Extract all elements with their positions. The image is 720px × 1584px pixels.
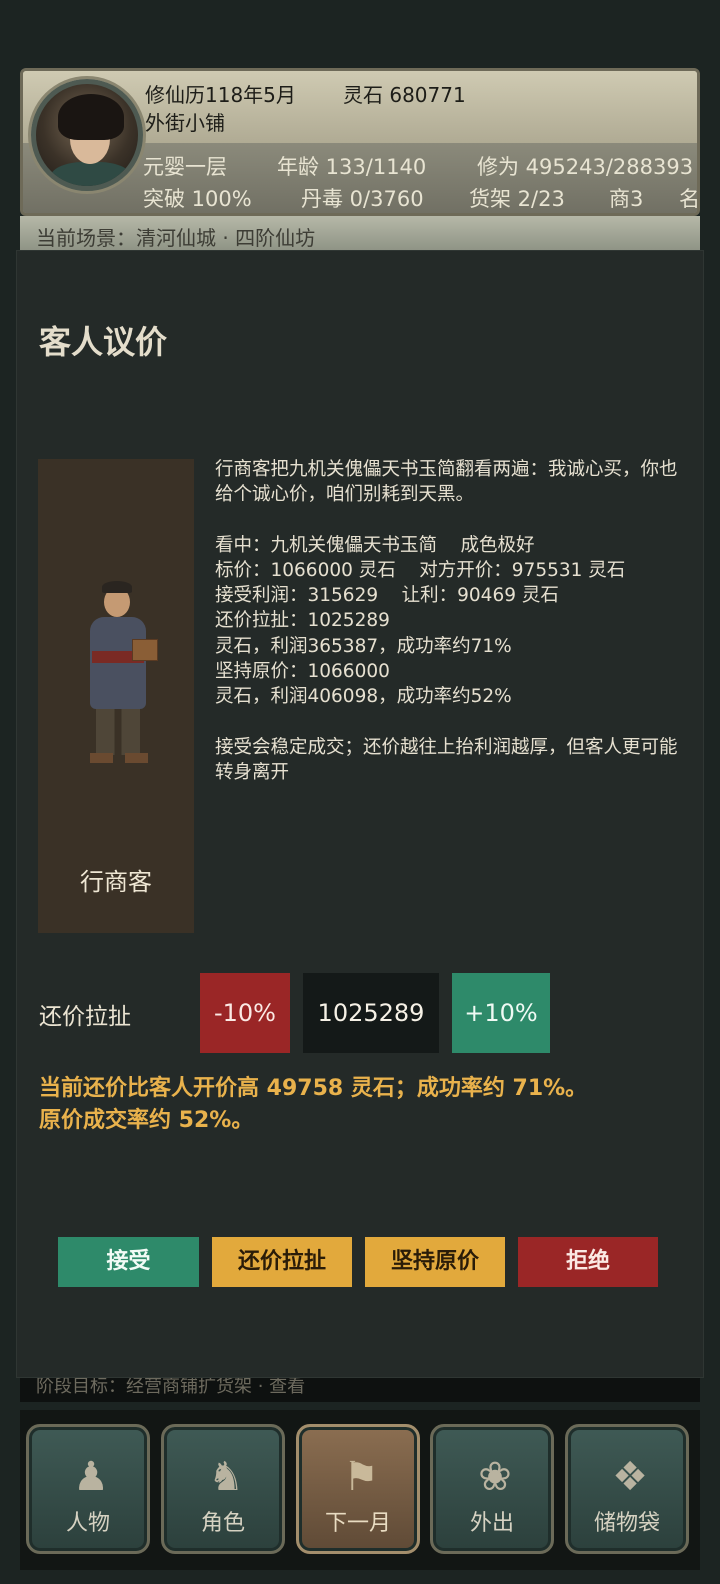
bottom-nav: ♟ 人物 ♞ 角色 ⚑ 下一月 ❀ 外出 ❖ 储物袋 [20, 1410, 700, 1570]
item-line: 看中：九机关傀儡天书玉简 成色极好 [215, 534, 535, 556]
strategy-note: 接受会稳定成交；还价越往上抬利润越厚，但客人更可能转身离开 [215, 736, 678, 783]
stage-objective[interactable]: 阶段目标：经营商铺扩货架 · 查看 [20, 1378, 700, 1402]
counter-offer-label: 还价拉扯 [39, 1004, 131, 1030]
player-avatar[interactable] [31, 79, 143, 191]
travel-icon: ❀ [478, 1454, 512, 1500]
robe-character-icon: ♞ [208, 1454, 244, 1500]
merchant-level-stat: 商3 [609, 187, 644, 211]
person-icon: ♟ [73, 1454, 109, 1500]
accept-button[interactable]: 接受 [58, 1237, 199, 1287]
nav-person-button[interactable]: ♟ 人物 [26, 1424, 150, 1554]
shelf-stat: 货架 2/23 [469, 187, 565, 211]
game-date: 修仙历118年5月 [145, 83, 296, 107]
age-stat: 年龄 133/1140 [277, 155, 427, 179]
price-line: 标价：1066000 灵石 对方开价：975531 灵石 [215, 559, 626, 581]
nav-person-label: 人物 [65, 1511, 110, 1536]
counter-price-value[interactable]: 1025289 [303, 973, 439, 1053]
avatar-hair [58, 94, 124, 140]
flag-icon: ⚑ [343, 1454, 379, 1500]
counter-offer-line: 还价拉扯：1025289 [215, 610, 390, 632]
counter-offer-button[interactable]: 还价拉扯 [212, 1237, 352, 1287]
nav-bag-label: 储物袋 [593, 1511, 660, 1536]
profit-line: 接受利润：315629 让利：90469 灵石 [215, 585, 559, 607]
scene-banner: 当前场景：清河仙城 · 四阶仙坊 [20, 216, 700, 250]
customer-portrait: 行商客 [38, 459, 194, 933]
bargain-dialog: 客人议价 行商客 行商客把九机关傀儡天书玉简翻看两遍：我诚心买，你也给个诚心价，… [16, 250, 704, 1378]
nav-character-button[interactable]: ♞ 角色 [161, 1424, 285, 1554]
customer-remark: 行商客把九机关傀儡天书玉简翻看两遍：我诚心买，你也给个诚心价，咱们别耗到天黑。 [215, 459, 678, 506]
insist-price-button[interactable]: 坚持原价 [365, 1237, 505, 1287]
insist-price-result: 灵石，利润406098，成功率约52% [215, 686, 512, 708]
offer-hint: 当前还价比客人开价高 49758 灵石；成功率约 71%。原价成交率约 52%。 [39, 1076, 588, 1133]
nav-bag-button[interactable]: ❖ 储物袋 [565, 1424, 689, 1554]
breakthrough-stat: 突破 100% [143, 187, 252, 211]
nav-next-month-button[interactable]: ⚑ 下一月 [296, 1424, 420, 1554]
customer-name: 行商客 [80, 868, 152, 896]
increase-10-button[interactable]: +10% [452, 973, 550, 1053]
reputation-stat: 名望 [679, 187, 700, 211]
shop-location: 外街小铺 [145, 111, 225, 135]
nav-travel-button[interactable]: ❀ 外出 [430, 1424, 554, 1554]
nav-travel-label: 外出 [469, 1511, 514, 1536]
decrease-10-button[interactable]: -10% [200, 973, 290, 1053]
spirit-stone-count: 灵石 680771 [343, 83, 466, 107]
merchant-figure-image [78, 579, 158, 779]
reject-button[interactable]: 拒绝 [518, 1237, 658, 1287]
bag-icon: ❖ [612, 1454, 648, 1500]
insist-price-line: 坚持原价：1066000 [215, 661, 390, 683]
pill-toxicity-stat: 丹毒 0/3760 [301, 187, 424, 211]
cultivation-stat: 修为 495243/288393 [477, 155, 694, 179]
negotiation-details: 行商客把九机关傀儡天书玉简翻看两遍：我诚心买，你也给个诚心价，咱们别耗到天黑。 … [215, 457, 681, 785]
realm-stat: 元婴一层 [143, 155, 227, 179]
dialog-title: 客人议价 [39, 323, 168, 361]
status-header: 修仙历118年5月 灵石 680771 外街小铺 元婴一层 年龄 133/114… [20, 68, 700, 216]
counter-offer-result: 灵石，利润365387，成功率约71% [215, 635, 512, 657]
nav-next-month-label: 下一月 [324, 1511, 391, 1536]
nav-character-label: 角色 [200, 1511, 245, 1536]
